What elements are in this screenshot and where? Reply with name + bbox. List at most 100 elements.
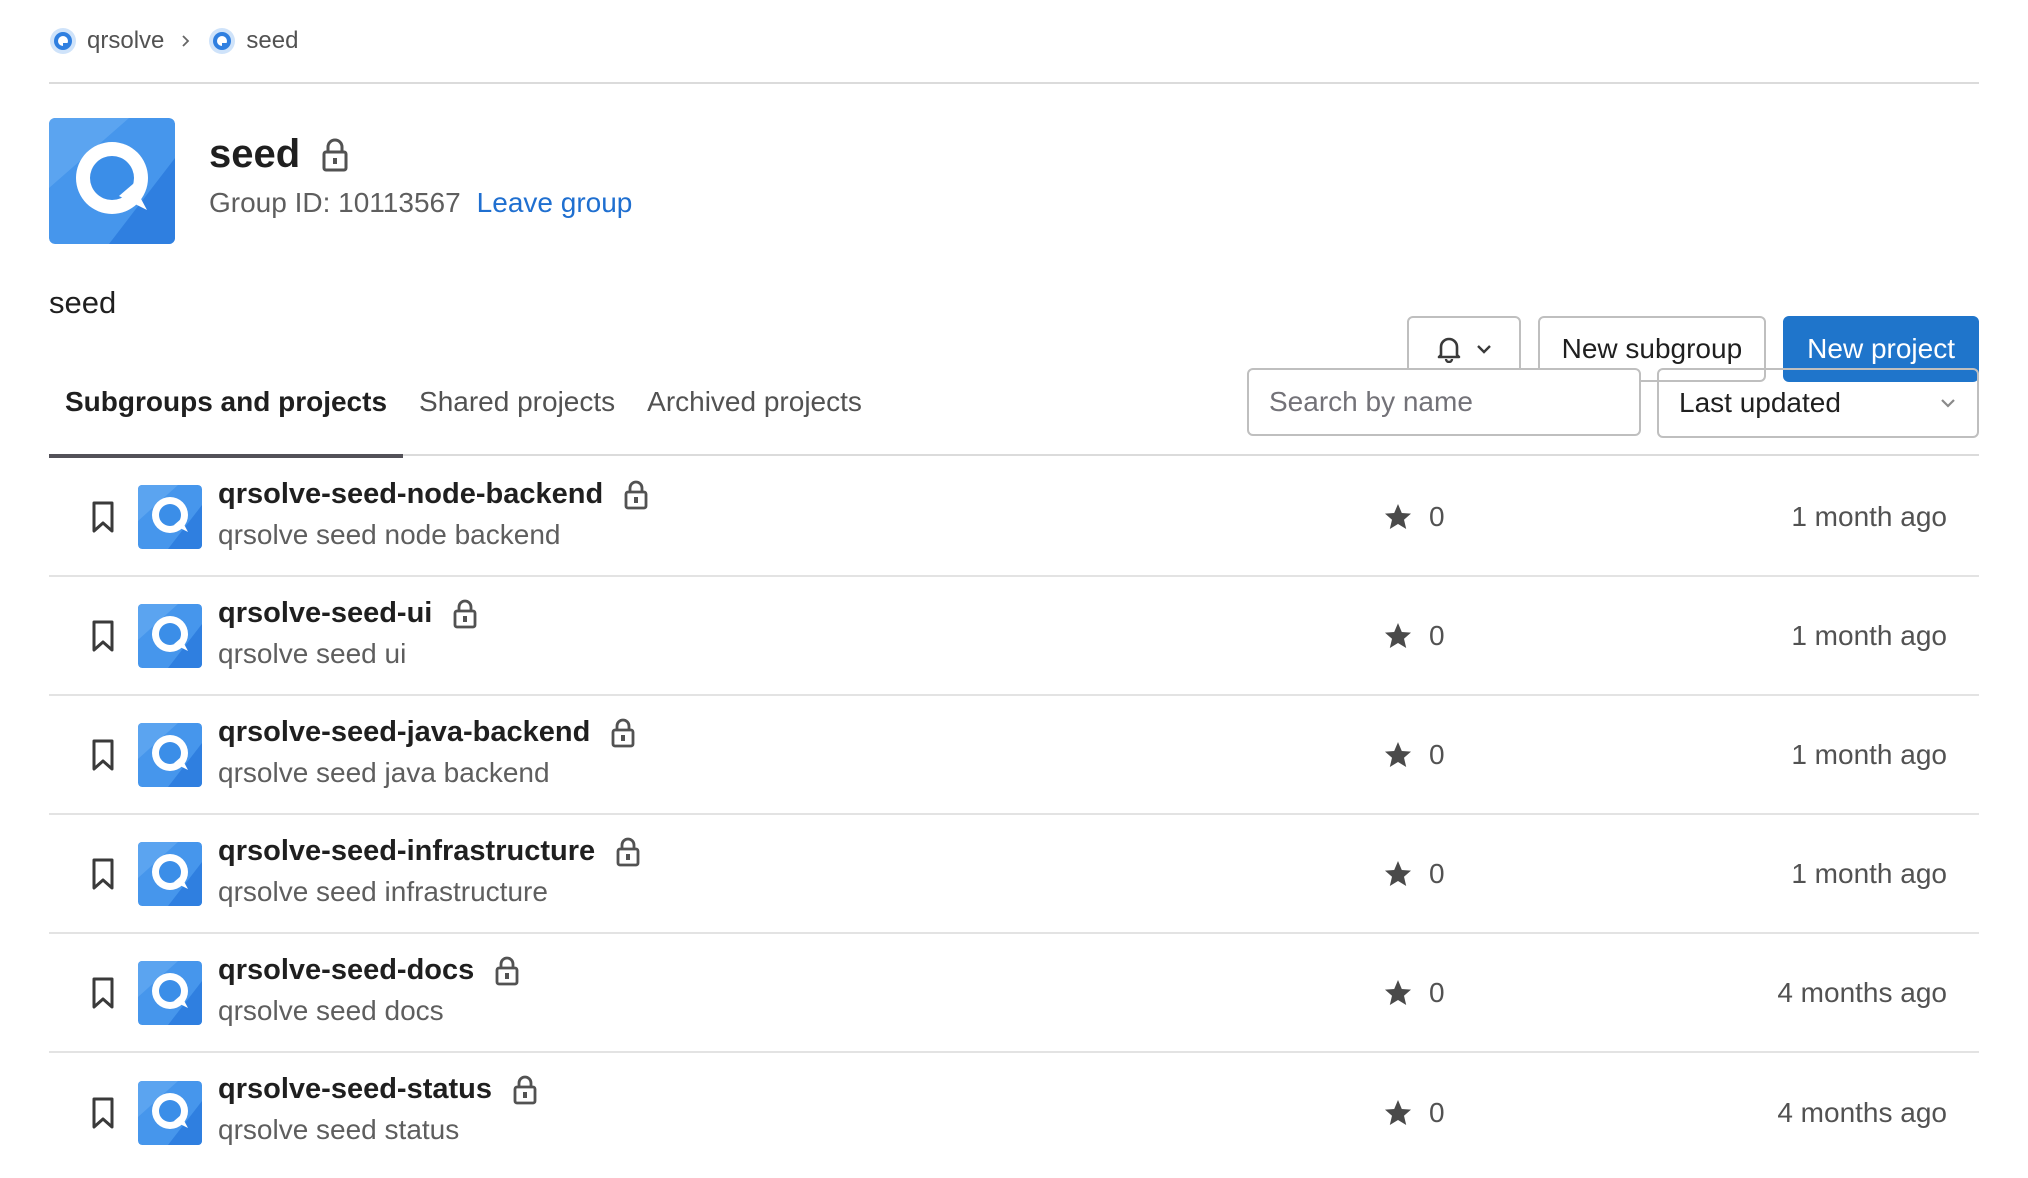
breadcrumb-item-seed[interactable]: seed: [208, 27, 298, 55]
tab-subgroups-and-projects[interactable]: Subgroups and projects: [49, 368, 404, 458]
chevron-right-icon: [176, 31, 196, 51]
lock-icon: [624, 480, 648, 509]
tabs: Subgroups and projects Shared projects A…: [49, 368, 878, 458]
tab-archived-projects[interactable]: Archived projects: [631, 368, 878, 456]
project-stars: 0: [1383, 977, 1445, 1009]
project-updated-time: 1 month ago: [1791, 619, 1947, 651]
project-name-link[interactable]: qrsolve-seed-java-backend: [218, 716, 590, 749]
lock-icon: [611, 718, 635, 747]
qrsolve-logo-icon: [50, 28, 76, 54]
star-count: 0: [1429, 738, 1445, 770]
breadcrumb-label: seed: [246, 27, 299, 54]
bookmark-icon[interactable]: [89, 619, 117, 653]
group-header: seed Group ID: 10113567 Leave group New …: [49, 84, 1979, 382]
project-row[interactable]: qrsolve-seed-ui qrsolve seed ui 0 1 mont…: [49, 577, 1979, 696]
seed-logo-icon: [209, 28, 236, 54]
lock-icon: [495, 956, 519, 985]
project-description: qrsolve seed status: [218, 1114, 460, 1145]
project-stars: 0: [1383, 501, 1445, 533]
project-name-row: qrsolve-seed-infrastructure: [218, 835, 641, 868]
group-info: seed Group ID: 10113567 Leave group: [49, 118, 632, 244]
bookmark-icon[interactable]: [89, 976, 117, 1010]
project-description: qrsolve seed infrastructure: [218, 876, 548, 907]
bookmark-icon[interactable]: [89, 738, 117, 772]
project-description: qrsolve seed node backend: [218, 519, 561, 550]
group-id-row: Group ID: 10113567 Leave group: [209, 187, 632, 219]
project-description: qrsolve seed docs: [218, 995, 444, 1026]
star-count: 0: [1429, 976, 1445, 1008]
project-info: qrsolve-seed-status qrsolve seed status: [218, 1073, 538, 1146]
project-row[interactable]: qrsolve-seed-java-backend qrsolve seed j…: [49, 696, 1979, 815]
project-updated-time: 4 months ago: [1777, 1096, 1947, 1128]
project-name-link[interactable]: qrsolve-seed-docs: [218, 954, 474, 987]
project-description: qrsolve seed java backend: [218, 757, 550, 788]
search-input[interactable]: [1247, 368, 1641, 436]
bookmark-icon[interactable]: [89, 1096, 117, 1130]
bookmark-icon[interactable]: [89, 857, 117, 891]
star-count: 0: [1429, 1096, 1445, 1128]
chevron-down-icon: [1941, 399, 1955, 408]
project-name-row: qrsolve-seed-node-backend: [218, 478, 649, 511]
group-title: seed: [209, 132, 301, 176]
project-avatar: [138, 722, 202, 787]
project-info: qrsolve-seed-node-backend qrsolve seed n…: [218, 478, 649, 551]
project-description: qrsolve seed ui: [218, 638, 407, 669]
project-updated-time: 1 month ago: [1791, 500, 1947, 532]
lock-icon: [616, 837, 640, 866]
bell-icon: [1437, 337, 1460, 363]
project-avatar: [138, 603, 202, 668]
project-stars: 0: [1383, 858, 1445, 890]
project-row[interactable]: qrsolve-seed-docs qrsolve seed docs 0 4 …: [49, 934, 1979, 1053]
project-avatar: [138, 960, 202, 1025]
bookmark-icon[interactable]: [89, 500, 117, 534]
project-avatar: [138, 1080, 202, 1145]
project-row[interactable]: qrsolve-seed-node-backend qrsolve seed n…: [49, 458, 1979, 577]
project-name-link[interactable]: qrsolve-seed-infrastructure: [218, 835, 595, 868]
star-icon: [1385, 741, 1411, 767]
project-updated-time: 1 month ago: [1791, 738, 1947, 770]
project-info: qrsolve-seed-infrastructure qrsolve seed…: [218, 835, 641, 908]
breadcrumb-item-qrsolve[interactable]: qrsolve: [49, 27, 164, 55]
project-stars: 0: [1383, 620, 1445, 652]
star-count: 0: [1429, 857, 1445, 889]
breadcrumb: qrsolve seed: [49, 0, 1979, 84]
project-info: qrsolve-seed-java-backend qrsolve seed j…: [218, 716, 636, 789]
lock-icon: [513, 1075, 537, 1104]
group-title-row: seed: [209, 132, 632, 177]
sort-dropdown[interactable]: Last updated: [1657, 368, 1979, 438]
tab-shared-projects[interactable]: Shared projects: [403, 368, 631, 456]
group-meta: seed Group ID: 10113567 Leave group: [209, 118, 632, 219]
project-stars: 0: [1383, 1097, 1445, 1129]
star-icon: [1385, 622, 1411, 648]
sort-selected-label: Last updated: [1679, 387, 1841, 418]
project-avatar: [138, 841, 202, 906]
project-name-row: qrsolve-seed-java-backend: [218, 716, 636, 749]
project-name-row: qrsolve-seed-ui: [218, 597, 478, 630]
project-row[interactable]: qrsolve-seed-infrastructure qrsolve seed…: [49, 815, 1979, 934]
leave-group-link[interactable]: Leave group: [477, 187, 633, 219]
chevron-down-icon: [1476, 345, 1491, 354]
group-avatar: [49, 118, 175, 244]
star-count: 0: [1429, 619, 1445, 651]
lock-icon: [322, 138, 348, 171]
group-id: Group ID: 10113567: [209, 187, 461, 218]
project-name-row: qrsolve-seed-docs: [218, 954, 520, 987]
project-info: qrsolve-seed-docs qrsolve seed docs: [218, 954, 520, 1027]
project-name-link[interactable]: qrsolve-seed-status: [218, 1073, 492, 1106]
star-icon: [1385, 503, 1411, 529]
star-icon: [1385, 860, 1411, 886]
breadcrumb-label: qrsolve: [87, 27, 165, 54]
project-updated-time: 4 months ago: [1777, 976, 1947, 1008]
star-icon: [1385, 1099, 1411, 1125]
project-avatar: [138, 484, 202, 549]
project-name-row: qrsolve-seed-status: [218, 1073, 538, 1106]
lock-icon: [453, 599, 477, 628]
project-info: qrsolve-seed-ui qrsolve seed ui: [218, 597, 478, 670]
group-page: qrsolve seed seed Group ID: 10113567 Lea…: [0, 0, 2028, 1178]
project-stars: 0: [1383, 739, 1445, 771]
project-updated-time: 1 month ago: [1791, 857, 1947, 889]
project-row[interactable]: qrsolve-seed-status qrsolve seed status …: [49, 1053, 1979, 1172]
project-name-link[interactable]: qrsolve-seed-ui: [218, 597, 432, 630]
tab-controls: Last updated: [1247, 368, 1979, 438]
project-name-link[interactable]: qrsolve-seed-node-backend: [218, 478, 603, 511]
